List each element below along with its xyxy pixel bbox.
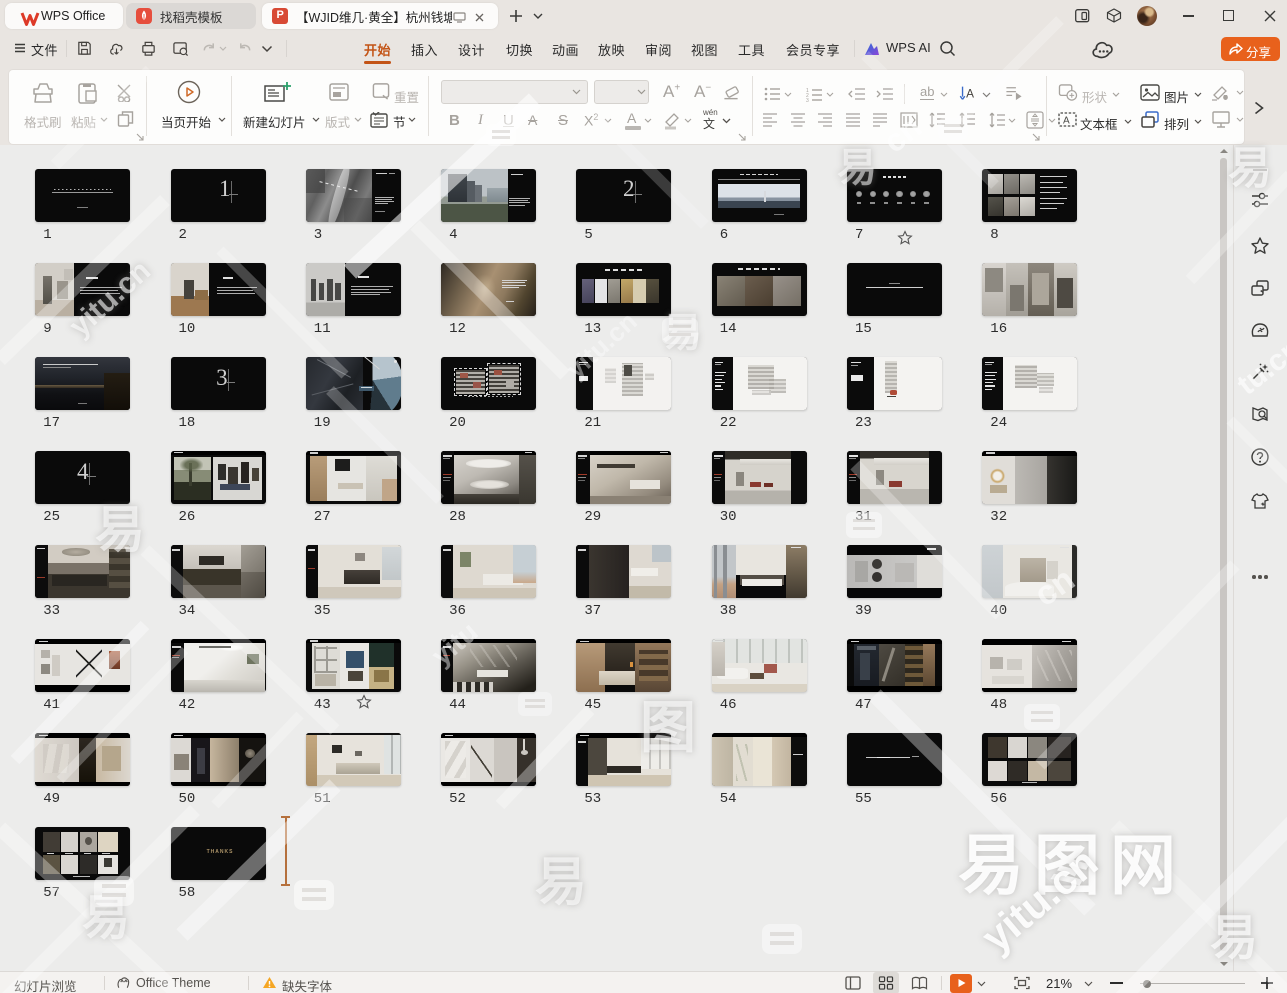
- svg-text:A: A: [1063, 116, 1070, 127]
- svg-text:3: 3: [806, 98, 809, 102]
- svg-text:A: A: [966, 87, 974, 101]
